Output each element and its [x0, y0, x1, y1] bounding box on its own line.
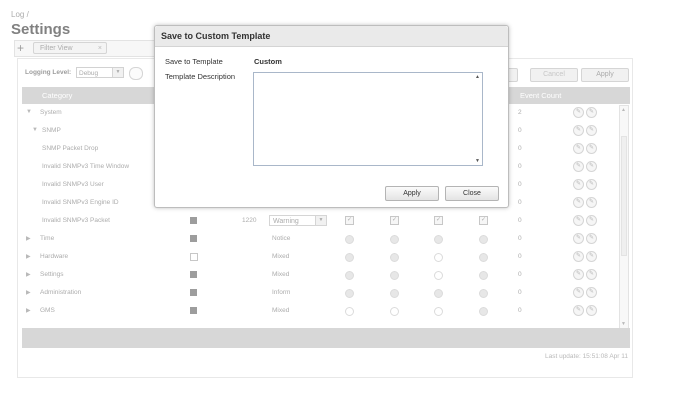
template-description-input[interactable]: ▲ ▼: [253, 72, 483, 166]
scroll-up-icon[interactable]: ▲: [475, 74, 480, 80]
template-description-label: Template Description: [165, 72, 236, 81]
save-to-template-value: Custom: [254, 57, 282, 66]
apply-button[interactable]: Apply: [385, 186, 439, 201]
textarea-scrollbar[interactable]: ▲ ▼: [474, 73, 482, 165]
save-to-template-label: Save to Template: [165, 57, 223, 66]
dialog-title: Save to Custom Template: [161, 31, 271, 41]
scroll-down-icon[interactable]: ▼: [475, 158, 480, 164]
dialog-header: Save to Custom Template: [155, 26, 508, 47]
save-template-dialog: Save to Custom Template Save to Template…: [154, 25, 509, 208]
close-button[interactable]: Close: [445, 186, 499, 201]
